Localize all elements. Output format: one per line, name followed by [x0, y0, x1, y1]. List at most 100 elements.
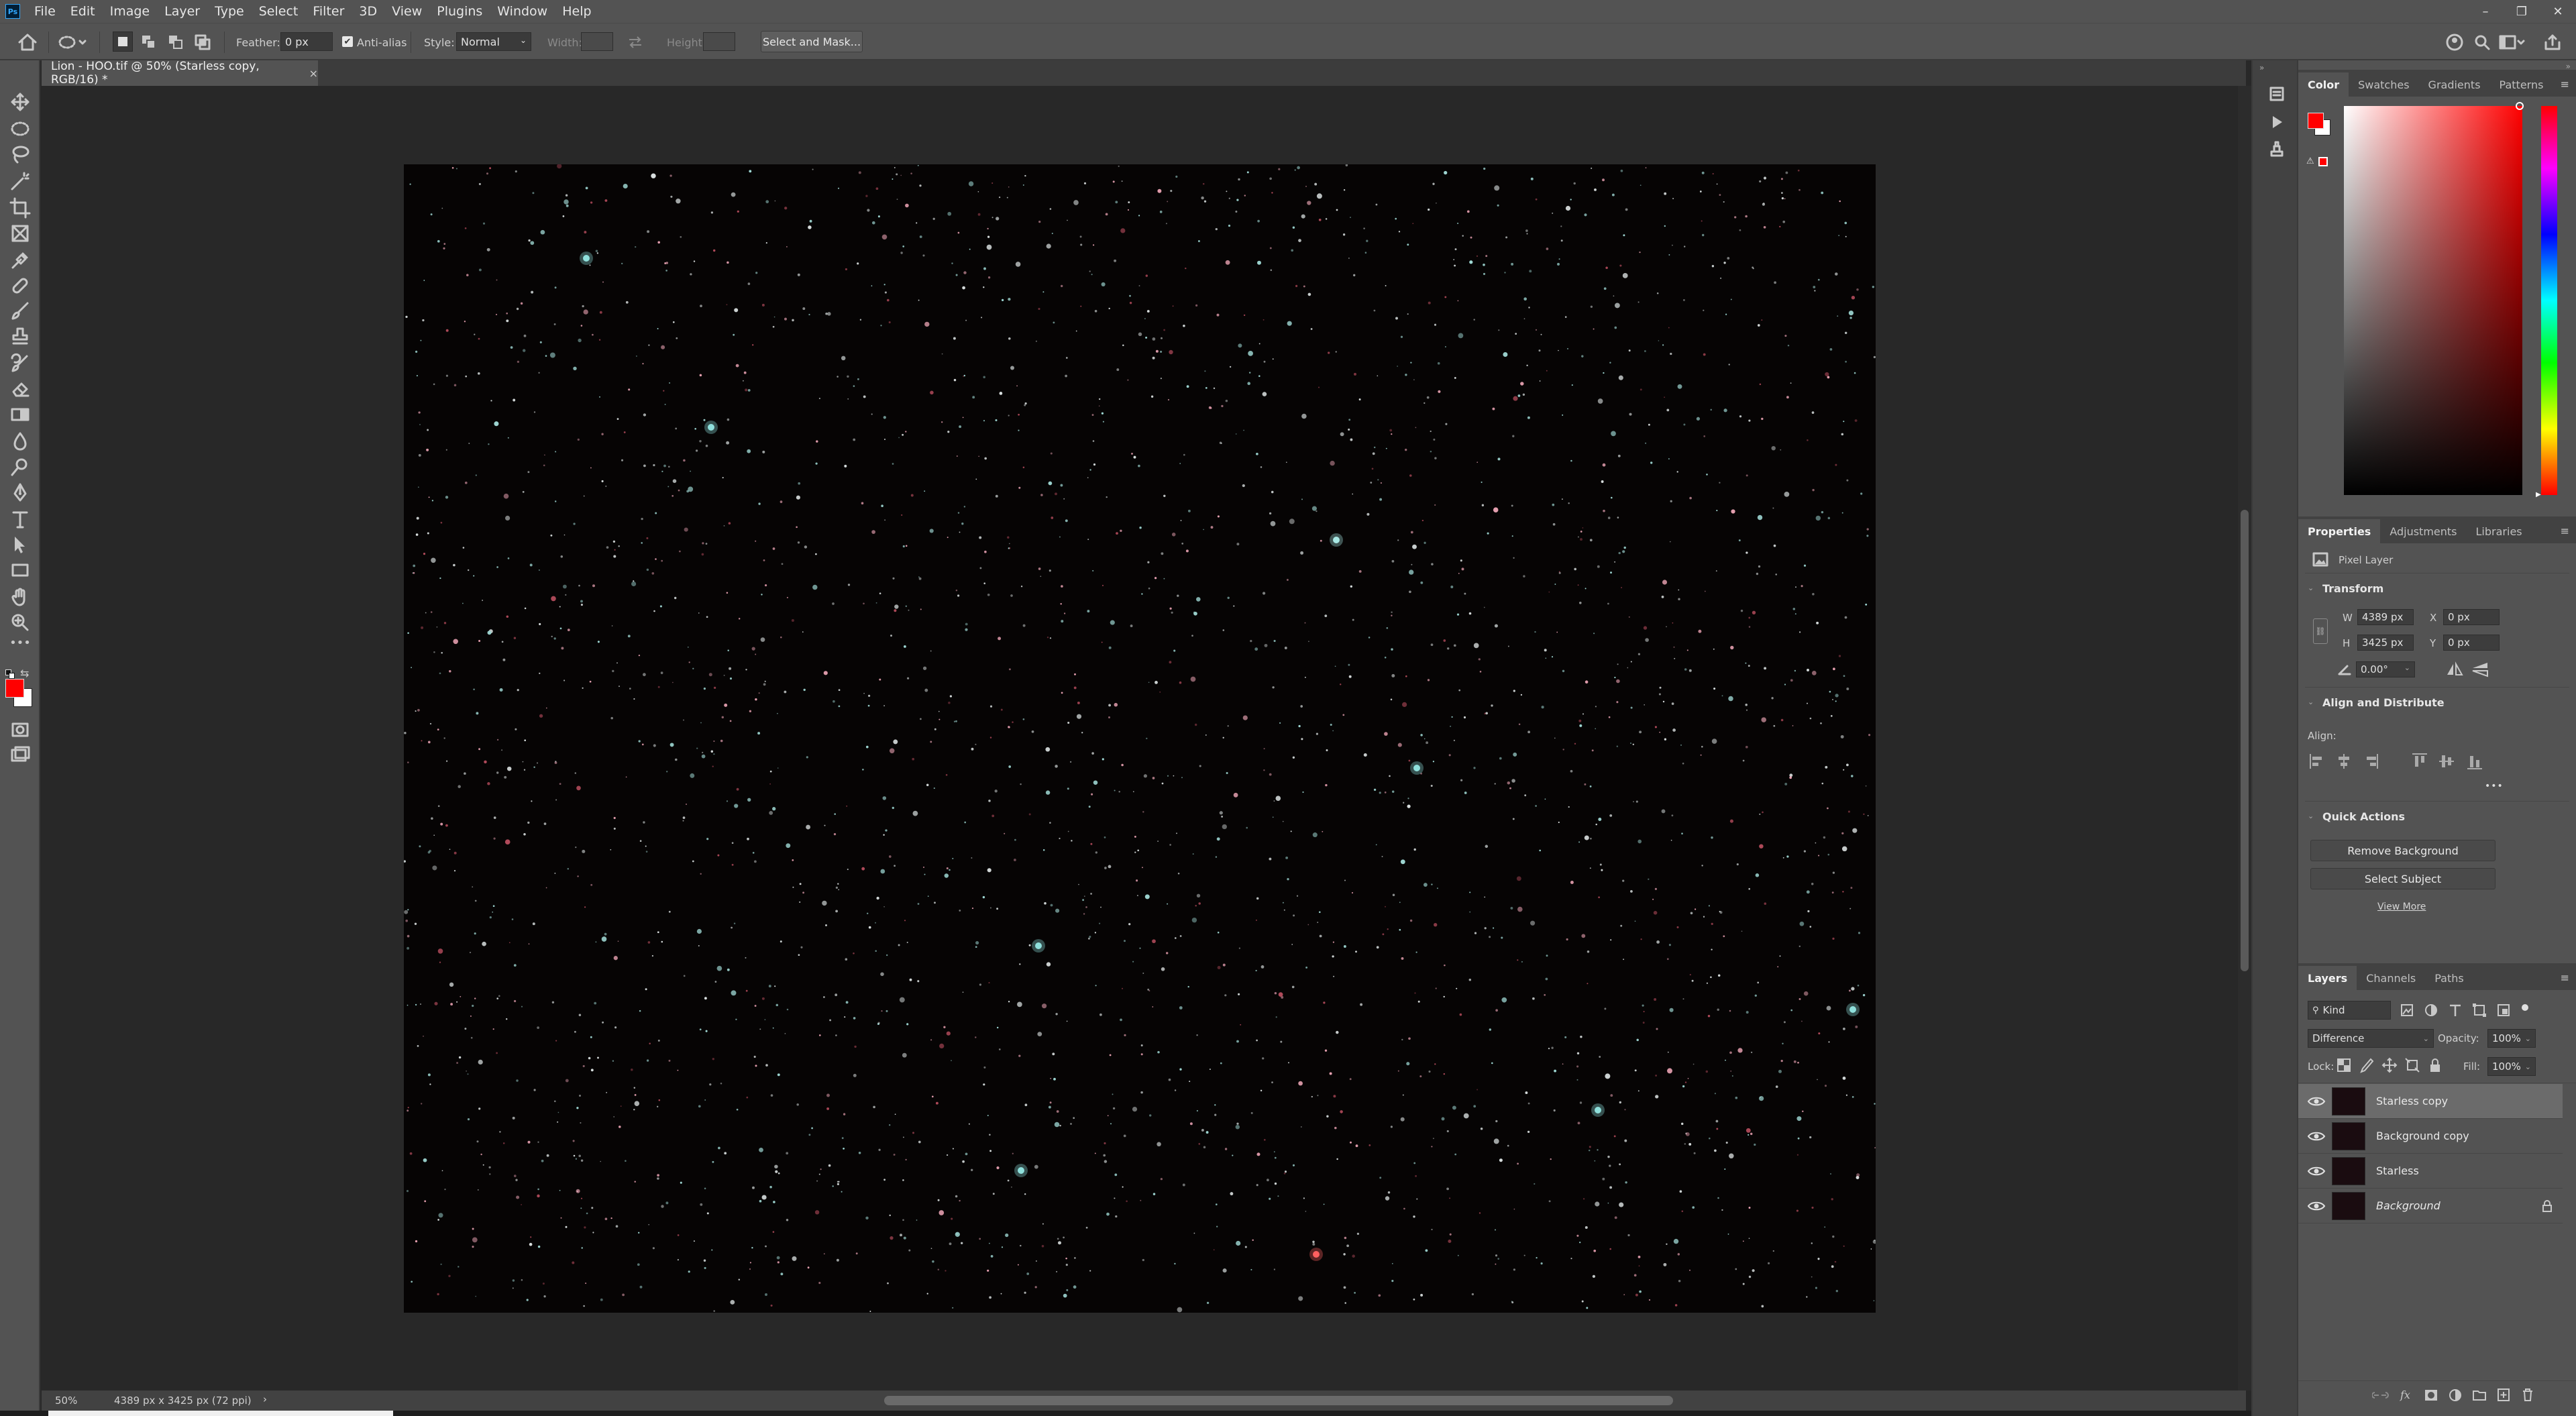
style-select[interactable]: Normal ⌄: [456, 32, 531, 51]
view-more-link[interactable]: View More: [2377, 902, 2426, 912]
add-mask-icon[interactable]: [2425, 1390, 2437, 1401]
quick-mask-icon[interactable]: [9, 719, 31, 741]
brush-tool-icon[interactable]: [9, 301, 31, 322]
antialias-checkbox[interactable]: ✔: [342, 36, 353, 47]
chevron-down-icon[interactable]: ⌄: [2308, 698, 2314, 706]
align-distribute-title[interactable]: Align and Distribute: [2322, 696, 2445, 709]
layer-row[interactable]: Starless copy: [2298, 1084, 2563, 1119]
angle-field[interactable]: 0.00° ⌄: [2356, 661, 2415, 677]
color-picker-field[interactable]: [2344, 102, 2524, 495]
menu-plugins[interactable]: Plugins: [429, 4, 490, 19]
close-tab-icon[interactable]: ×: [309, 67, 318, 80]
panel-menu-icon[interactable]: ≡: [2561, 525, 2569, 537]
align-right-icon[interactable]: [2367, 754, 2378, 769]
add-selection-icon[interactable]: [140, 33, 158, 52]
home-icon[interactable]: [17, 33, 38, 52]
swap-dimensions-icon[interactable]: [627, 34, 644, 50]
close-window-button[interactable]: ✕: [2540, 0, 2576, 23]
layer-row[interactable]: Background copy: [2298, 1119, 2563, 1154]
lasso-tool-icon[interactable]: [9, 144, 31, 165]
rectangle-tool-icon[interactable]: [9, 559, 31, 581]
dodge-tool-icon[interactable]: [9, 456, 31, 478]
more-options-icon[interactable]: •••: [2485, 781, 2504, 792]
layer-name[interactable]: Starless copy: [2376, 1095, 2448, 1107]
visibility-eye-icon[interactable]: [2306, 1095, 2326, 1108]
web-safe-color-icon[interactable]: [2318, 157, 2328, 166]
align-center-v-icon[interactable]: [2439, 755, 2454, 767]
hue-slider-thumb[interactable]: ▶: [2536, 491, 2541, 498]
align-top-icon[interactable]: [2412, 753, 2427, 767]
menu-edit[interactable]: Edit: [63, 4, 103, 19]
filter-type-icon[interactable]: [2450, 1004, 2461, 1016]
menu-3d[interactable]: 3D: [352, 4, 384, 19]
layer-name[interactable]: Starless: [2376, 1164, 2419, 1177]
move-tool-icon[interactable]: [9, 91, 31, 113]
horizontal-scroll-thumb[interactable]: [884, 1396, 1673, 1405]
align-center-h-icon[interactable]: [2339, 754, 2349, 769]
user-icon[interactable]: [2445, 33, 2465, 52]
swap-colors-icon[interactable]: ⇆: [20, 667, 29, 679]
history-brush-icon[interactable]: [9, 353, 31, 374]
pen-tool-icon[interactable]: [9, 482, 31, 503]
new-layer-icon[interactable]: [2498, 1388, 2510, 1401]
align-bottom-icon[interactable]: [2467, 756, 2482, 769]
vertical-scrollbar[interactable]: [2238, 86, 2251, 1391]
tab-gradients[interactable]: Gradients: [2419, 72, 2490, 97]
flip-vertical-icon[interactable]: [2470, 661, 2490, 677]
zoom-tool-icon[interactable]: [9, 612, 31, 633]
lock-artboard-icon[interactable]: [2405, 1058, 2420, 1073]
fg-bg-swatches[interactable]: [2308, 113, 2332, 137]
layer-row[interactable]: Starless: [2298, 1154, 2563, 1189]
opacity-field[interactable]: 100% ⌄: [2487, 1029, 2536, 1048]
lock-all-icon[interactable]: [2430, 1058, 2440, 1072]
menu-help[interactable]: Help: [555, 4, 598, 19]
lock-pixels-icon[interactable]: [2360, 1058, 2374, 1073]
tab-libraries[interactable]: Libraries: [2467, 519, 2532, 543]
share-icon[interactable]: [2542, 33, 2563, 52]
menu-file[interactable]: File: [27, 4, 63, 19]
hand-tool-icon[interactable]: [9, 586, 31, 608]
chevron-down-icon[interactable]: ⌄: [2308, 584, 2314, 592]
filter-pixel-icon[interactable]: [2401, 1004, 2413, 1016]
menu-view[interactable]: View: [384, 4, 429, 19]
gradient-tool-icon[interactable]: [9, 404, 31, 425]
transform-title[interactable]: Transform: [2322, 582, 2383, 595]
new-group-icon[interactable]: [2473, 1391, 2486, 1401]
collapse-strip-icon[interactable]: »: [2259, 63, 2264, 72]
history-panel-icon[interactable]: [2267, 85, 2286, 103]
height-field[interactable]: 3425 px: [2357, 635, 2414, 651]
more-tools-icon[interactable]: •••: [9, 637, 31, 653]
tab-channels[interactable]: Channels: [2357, 966, 2425, 990]
elliptical-marquee-icon[interactable]: [9, 118, 31, 140]
marquee-preset-icon[interactable]: [58, 34, 87, 51]
layer-name[interactable]: Background copy: [2376, 1130, 2469, 1142]
menu-image[interactable]: Image: [103, 4, 158, 19]
filter-shape-icon[interactable]: [2473, 1003, 2486, 1017]
quick-actions-title[interactable]: Quick Actions: [2322, 810, 2405, 823]
chevron-down-icon[interactable]: ⌄: [2308, 812, 2314, 820]
panel-menu-icon[interactable]: ≡: [2561, 971, 2569, 984]
tab-adjustments[interactable]: Adjustments: [2380, 519, 2466, 543]
layer-name[interactable]: Background: [2376, 1199, 2440, 1212]
tab-layers[interactable]: Layers: [2298, 966, 2357, 990]
remove-background-button[interactable]: Remove Background: [2310, 840, 2496, 861]
tab-swatches[interactable]: Swatches: [2349, 72, 2418, 97]
blend-mode-select[interactable]: Difference ⌄: [2308, 1029, 2434, 1048]
foreground-color-swatch[interactable]: [5, 679, 24, 698]
frame-tool-icon[interactable]: [9, 223, 31, 244]
subtract-selection-icon[interactable]: [166, 33, 185, 52]
actions-play-icon[interactable]: [2267, 113, 2286, 131]
tab-properties[interactable]: Properties: [2298, 519, 2381, 543]
feather-input[interactable]: 0 px: [280, 32, 333, 51]
type-tool-icon[interactable]: [9, 508, 31, 530]
visibility-eye-icon[interactable]: [2306, 1164, 2326, 1178]
menu-window[interactable]: Window: [490, 4, 555, 19]
visibility-eye-icon[interactable]: [2306, 1130, 2326, 1143]
default-colors-icon[interactable]: [5, 669, 15, 679]
crop-tool-icon[interactable]: [9, 197, 31, 219]
menu-filter[interactable]: Filter: [305, 4, 352, 19]
delete-layer-icon[interactable]: [2523, 1388, 2532, 1401]
healing-brush-icon[interactable]: [9, 275, 31, 296]
eraser-icon[interactable]: [9, 378, 31, 400]
intersect-selection-icon[interactable]: [193, 33, 212, 52]
